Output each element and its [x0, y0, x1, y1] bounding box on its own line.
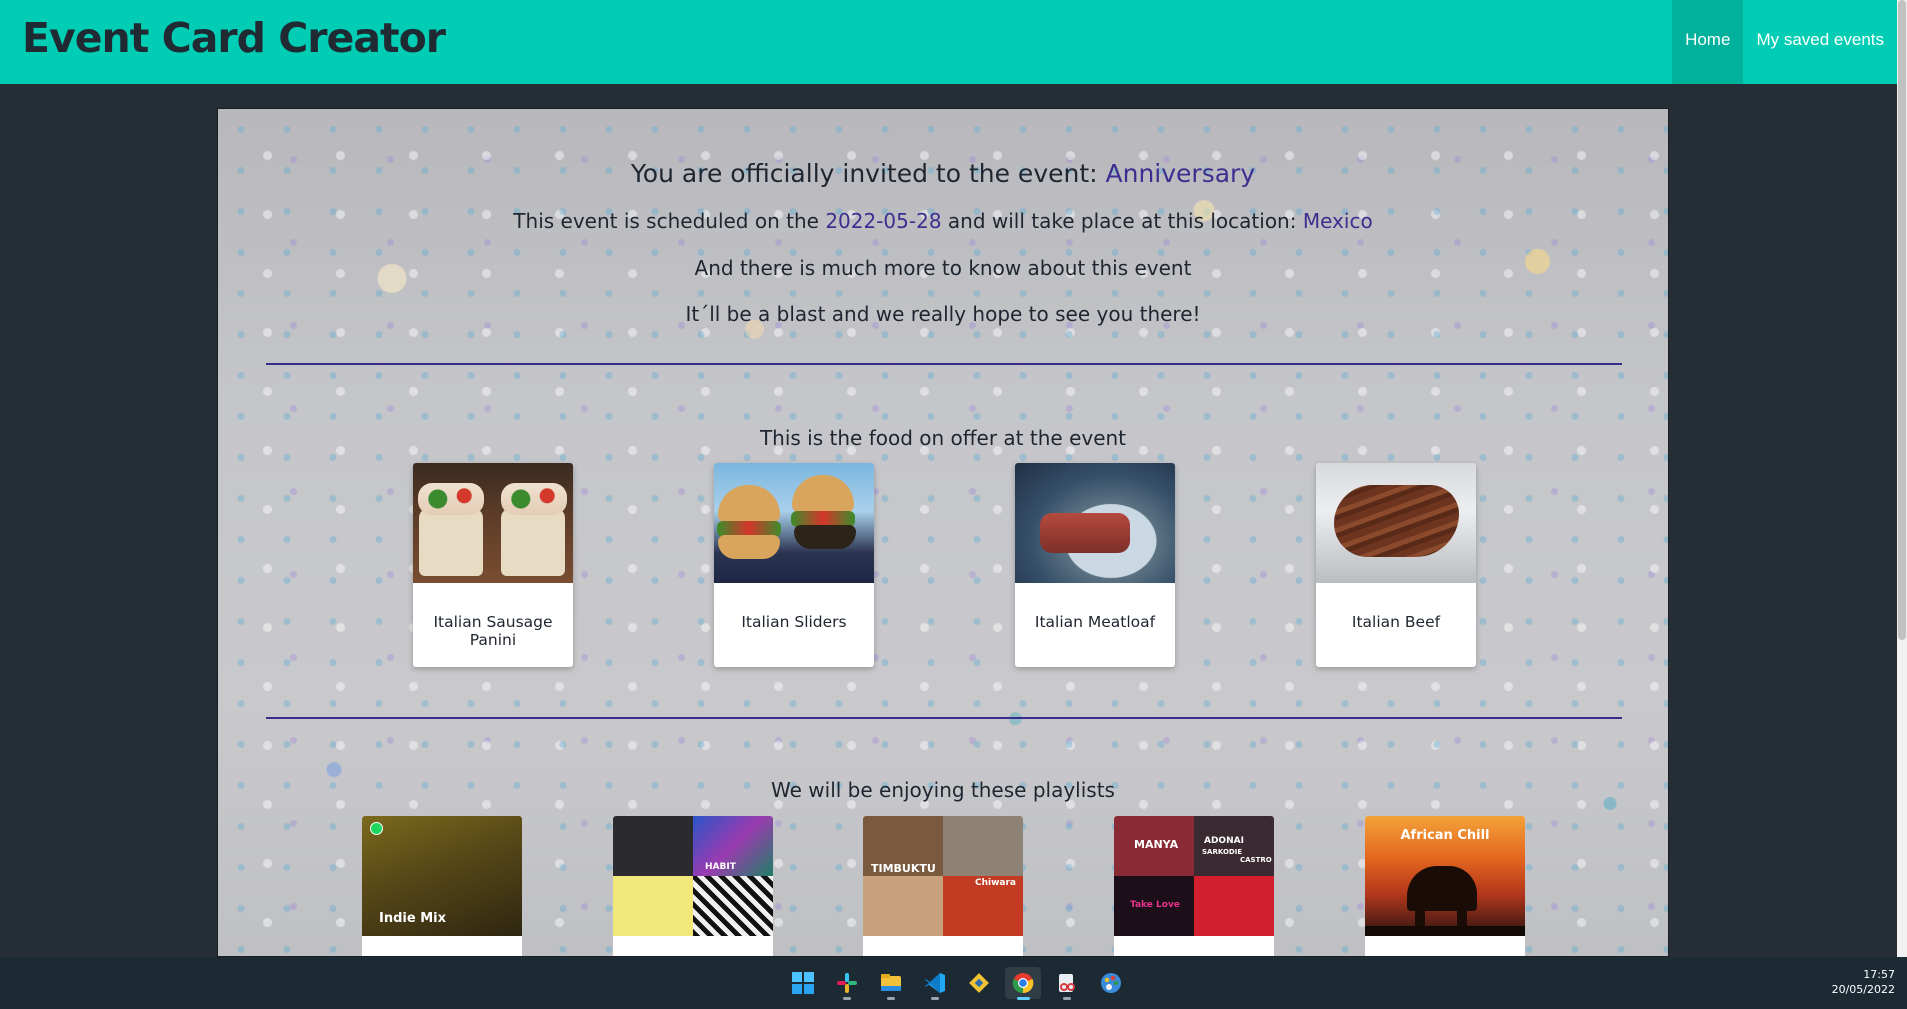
playlist-card-african-chill[interactable]: African Chill	[1365, 816, 1525, 956]
food-image-sliders	[714, 463, 874, 583]
playlist-list: Indie Mix HABIT TIMBUKTU Chiwara MANYA A…	[362, 816, 1527, 956]
more-info-line: And there is much more to know about thi…	[694, 256, 1192, 280]
food-image-panini	[413, 463, 573, 583]
clock-time: 17:57	[1863, 968, 1895, 981]
food-image-beef	[1316, 463, 1476, 583]
playlist-cover-title: African Chill	[1400, 828, 1490, 843]
event-card: You are officially invited to the event:…	[217, 108, 1669, 957]
nav-home-link[interactable]: Home	[1672, 0, 1744, 84]
playlist-cover-artist: SARKODIE	[1202, 848, 1243, 856]
playlist-cover-title: TIMBUKTU	[871, 862, 936, 875]
section-divider	[266, 717, 1622, 719]
playlist-cover-subtitle: Chiwara	[975, 878, 1016, 888]
playlist-cover-subtitle: Take Love	[1130, 900, 1180, 910]
spotify-icon	[370, 822, 383, 835]
playlist-card-habit[interactable]: HABIT	[613, 816, 773, 956]
event-date: 2022-05-28	[825, 209, 942, 233]
top-navbar: Event Card Creator Home My saved events	[0, 0, 1897, 84]
closing-line: It´ll be a blast and we really hope to s…	[685, 302, 1201, 326]
schedule-line: This event is scheduled on the 2022-05-2…	[218, 209, 1668, 233]
food-name: Italian Sliders	[741, 613, 847, 631]
brand-title[interactable]: Event Card Creator	[22, 14, 446, 62]
taskbar-clock[interactable]: 17:57 20/05/2022	[1832, 967, 1895, 997]
food-image-meatloaf	[1015, 463, 1175, 583]
playlist-cover-indie-mix: Indie Mix	[362, 816, 522, 936]
file-explorer-icon[interactable]	[873, 967, 909, 1000]
clock-date: 20/05/2022	[1831, 983, 1895, 996]
playlist-card-indie-mix[interactable]: Indie Mix	[362, 816, 522, 956]
invitation-intro: You are officially invited to the event:	[630, 159, 1098, 188]
playlist-card-manya[interactable]: MANYA ADONAI SARKODIE CASTRO Take Love	[1114, 816, 1274, 956]
playlist-cover-title: Indie Mix	[379, 911, 446, 926]
taskbar: 17:57 20/05/2022	[0, 957, 1907, 1009]
playlist-cover-habit: HABIT	[613, 816, 773, 936]
page-scrollbar[interactable]	[1897, 0, 1907, 957]
playlist-card-timbuktu[interactable]: TIMBUKTU Chiwara	[863, 816, 1023, 956]
slack-icon[interactable]	[829, 967, 865, 1000]
nav-links: Home My saved events	[1672, 0, 1897, 84]
taskbar-icons	[785, 967, 1129, 1000]
nav-saved-events-link[interactable]: My saved events	[1743, 0, 1897, 84]
playlist-cover-artist: ADONAI	[1204, 836, 1244, 846]
playlist-cover-title: HABIT	[705, 862, 736, 872]
playlist-cover-timbuktu: TIMBUKTU Chiwara	[863, 816, 1023, 936]
food-card-italian-sausage-panini[interactable]: Italian Sausage Panini	[413, 463, 573, 667]
paint-icon[interactable]	[1093, 967, 1129, 999]
elephant-silhouette	[1407, 866, 1477, 911]
schedule-prefix: This event is scheduled on the	[513, 209, 819, 233]
food-section-title: This is the food on offer at the event	[759, 426, 1127, 450]
event-location: Mexico	[1302, 209, 1373, 233]
location-prefix: and will take place at this location:	[947, 209, 1297, 233]
food-list: Italian Sausage Panini Italian Sliders I…	[413, 463, 1476, 669]
food-card-italian-sliders[interactable]: Italian Sliders	[714, 463, 874, 667]
snipping-tool-icon[interactable]	[1049, 967, 1085, 1000]
playlists-section-title: We will be enjoying these playlists	[771, 778, 1115, 802]
vscode-icon[interactable]	[917, 967, 953, 1000]
food-name: Italian Meatloaf	[1034, 613, 1156, 631]
git-icon[interactable]	[961, 967, 997, 999]
section-divider	[266, 363, 1622, 365]
windows-start-icon[interactable]	[785, 967, 821, 999]
invitation-heading: You are officially invited to the event:…	[218, 159, 1668, 188]
chrome-icon[interactable]	[1005, 967, 1041, 1000]
event-name: Anniversary	[1105, 159, 1256, 188]
playlist-cover-title: MANYA	[1134, 838, 1179, 851]
food-card-italian-meatloaf[interactable]: Italian Meatloaf	[1015, 463, 1175, 667]
food-card-italian-beef[interactable]: Italian Beef	[1316, 463, 1476, 667]
playlist-cover-manya: MANYA ADONAI SARKODIE CASTRO Take Love	[1114, 816, 1274, 936]
playlist-cover-african-chill: African Chill	[1365, 816, 1525, 936]
scrollbar-thumb[interactable]	[1898, 0, 1906, 640]
playlist-cover-artist: CASTRO	[1240, 856, 1272, 864]
food-name: Italian Beef	[1351, 613, 1441, 631]
food-name: Italian Sausage Panini	[433, 613, 553, 649]
